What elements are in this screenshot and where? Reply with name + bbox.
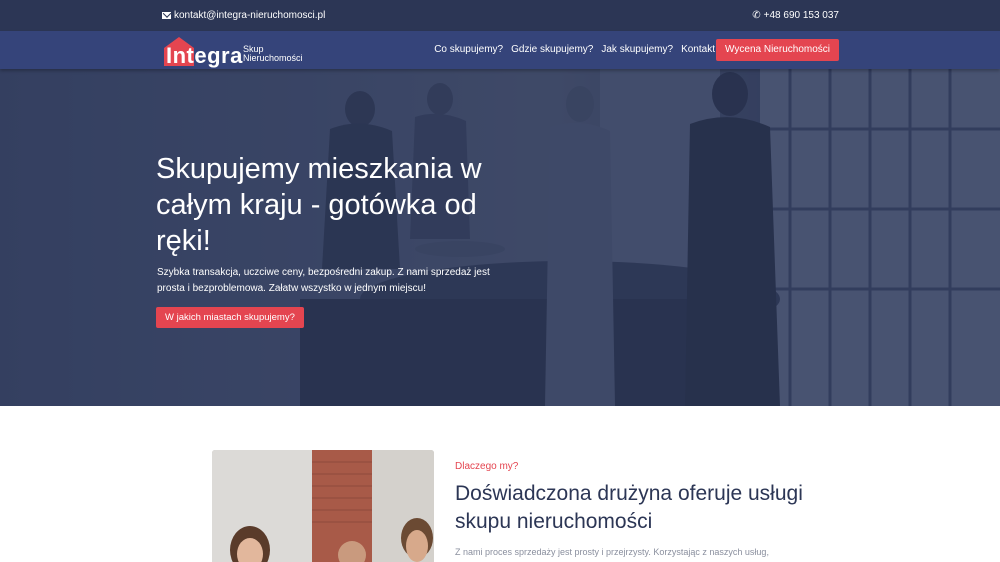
nav-link-kontakt[interactable]: Kontakt <box>681 44 715 55</box>
valuation-button[interactable]: Wycena Nieruchomości <box>716 39 839 61</box>
top-contact-bar: kontakt@integra-nieruchomosci.pl ✆ +48 6… <box>0 0 1000 31</box>
section-eyebrow: Dlaczego my? <box>455 461 519 472</box>
contact-email[interactable]: kontakt@integra-nieruchomosci.pl <box>162 10 325 21</box>
hero-description: Szybka transakcja, uczciwe ceny, bezpośr… <box>157 267 490 294</box>
nav-link-jak-skupujemy[interactable]: Jak skupujemy? <box>601 44 673 55</box>
nav-link-gdzie-skupujemy[interactable]: Gdzie skupujemy? <box>511 44 593 55</box>
nav-link-co-skupujemy[interactable]: Co skupujemy? <box>434 44 503 55</box>
cities-button[interactable]: W jakich miastach skupujemy? <box>156 307 304 328</box>
team-photo <box>212 450 434 562</box>
logo-tagline-line-2: Nieruchomości <box>243 53 303 63</box>
section-title: Doświadczona drużyna oferuje usługi skup… <box>455 482 803 533</box>
site-logo[interactable]: Integra Skup Nieruchomości <box>162 36 303 68</box>
nav-menu: Co skupujemy? Gdzie skupujemy? Jak skupu… <box>434 44 715 55</box>
team-photo-image <box>212 450 434 562</box>
hero-section: Skupujemy mieszkania w całym kraju - got… <box>0 69 1000 406</box>
logo-tagline: Skup Nieruchomości <box>243 45 303 63</box>
phone-icon: ✆ <box>752 9 761 21</box>
main-navbar: Integra Skup Nieruchomości Co skupujemy?… <box>0 31 1000 69</box>
envelope-icon <box>162 12 171 19</box>
logo-wordmark: Integra <box>166 43 243 68</box>
contact-phone[interactable]: ✆ +48 690 153 037 <box>752 10 839 21</box>
section-text: Z nami proces sprzedaży jest prosty i pr… <box>455 547 769 557</box>
contact-phone-text: +48 690 153 037 <box>763 10 839 21</box>
hero-title: Skupujemy mieszkania w całym kraju - got… <box>156 153 482 257</box>
contact-email-text: kontakt@integra-nieruchomosci.pl <box>174 10 326 21</box>
